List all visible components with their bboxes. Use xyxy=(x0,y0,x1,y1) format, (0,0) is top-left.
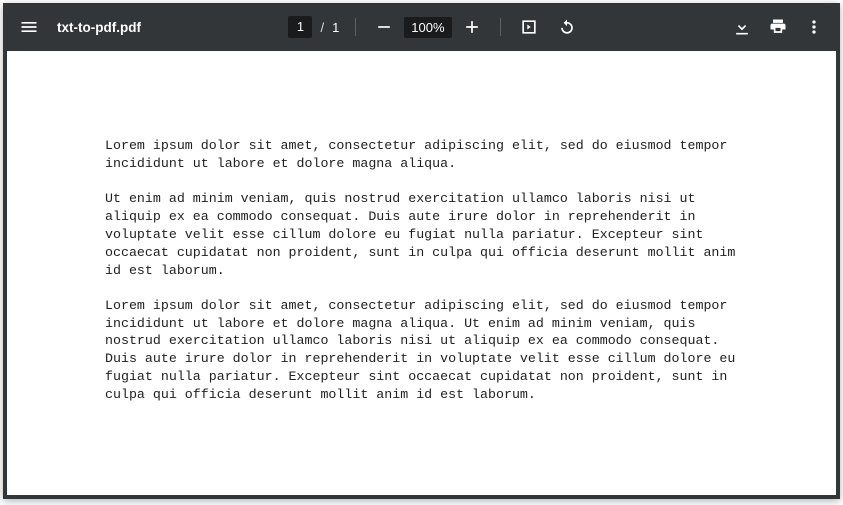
minus-icon xyxy=(374,17,394,37)
plus-icon xyxy=(462,17,482,37)
pdf-viewer: txt-to-pdf.pdf 1 / 1 100% xyxy=(3,3,840,499)
fit-page-button[interactable] xyxy=(511,9,547,45)
page-area[interactable]: Lorem ipsum dolor sit amet, consectetur … xyxy=(3,51,840,499)
rotate-button[interactable] xyxy=(549,9,585,45)
paragraph: Lorem ipsum dolor sit amet, consectetur … xyxy=(105,137,738,173)
paragraph: Lorem ipsum dolor sit amet, consectetur … xyxy=(105,297,738,405)
page-total: 1 xyxy=(332,20,339,35)
more-vertical-icon xyxy=(804,17,824,37)
divider xyxy=(355,18,356,36)
divider xyxy=(500,18,501,36)
zoom-out-button[interactable] xyxy=(366,9,402,45)
document-page: Lorem ipsum dolor sit amet, consectetur … xyxy=(7,51,836,495)
print-icon xyxy=(768,17,788,37)
more-button[interactable] xyxy=(796,9,832,45)
document-title: txt-to-pdf.pdf xyxy=(57,20,141,35)
page-current-input[interactable]: 1 xyxy=(288,16,312,38)
zoom-in-button[interactable] xyxy=(454,9,490,45)
download-icon xyxy=(732,17,752,37)
page-separator: / xyxy=(320,20,324,35)
rotate-icon xyxy=(557,17,577,37)
print-button[interactable] xyxy=(760,9,796,45)
toolbar-center: 1 / 1 100% xyxy=(288,9,584,45)
paragraph: Ut enim ad minim veniam, quis nostrud ex… xyxy=(105,190,738,280)
fit-page-icon xyxy=(519,17,539,37)
toolbar: txt-to-pdf.pdf 1 / 1 100% xyxy=(3,3,840,51)
menu-button[interactable] xyxy=(11,9,47,45)
hamburger-icon xyxy=(19,17,39,37)
download-button[interactable] xyxy=(724,9,760,45)
zoom-value[interactable]: 100% xyxy=(404,17,451,38)
